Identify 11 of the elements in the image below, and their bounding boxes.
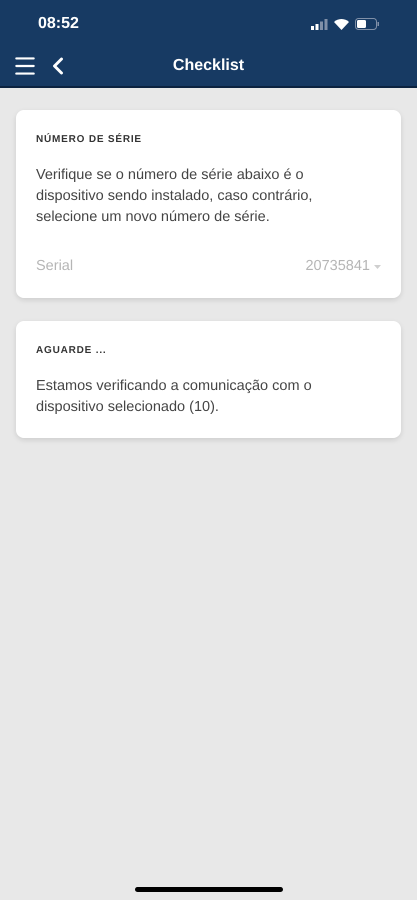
- card-heading: AGUARDE ...: [36, 344, 108, 358]
- battery-icon: [355, 18, 379, 30]
- card-text: Verifique se o número de série abaixo é o dispositivo sendo instalado, caso contrário, selecione um novo número de série.: [36, 166, 314, 227]
- card-heading: NÚMERO DE SÉRIE: [36, 132, 143, 147]
- serial-select[interactable]: Serial 20735841: [36, 256, 381, 278]
- dropdown-caret-icon: [374, 264, 381, 269]
- card-text: Estamos verificando a comunicação com o dispositivo selecionado (10).: [36, 376, 313, 417]
- status-time: 08:52: [38, 14, 79, 34]
- signal-icon: [311, 18, 328, 30]
- nav-title: Checklist: [172, 56, 244, 76]
- wifi-icon: [334, 18, 349, 30]
